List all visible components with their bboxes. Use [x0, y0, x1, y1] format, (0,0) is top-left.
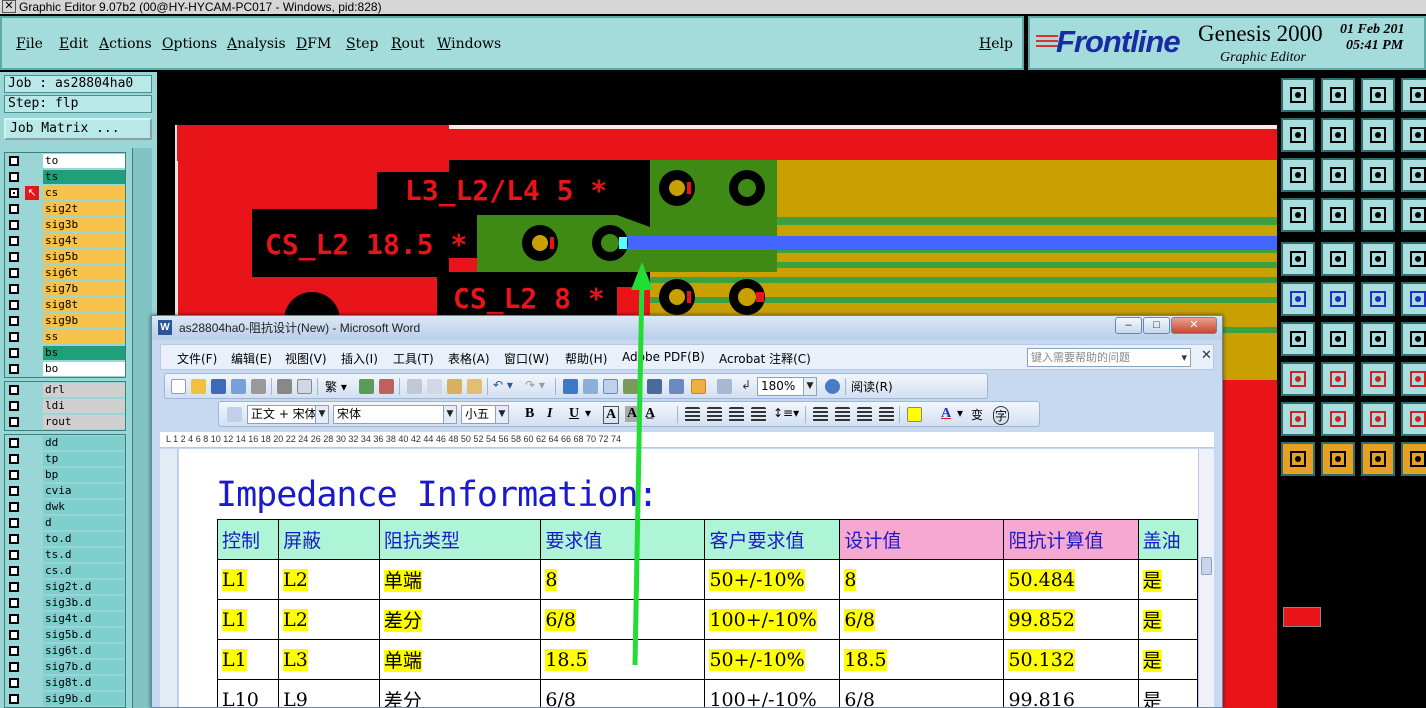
annotation-arrow	[631, 262, 653, 666]
